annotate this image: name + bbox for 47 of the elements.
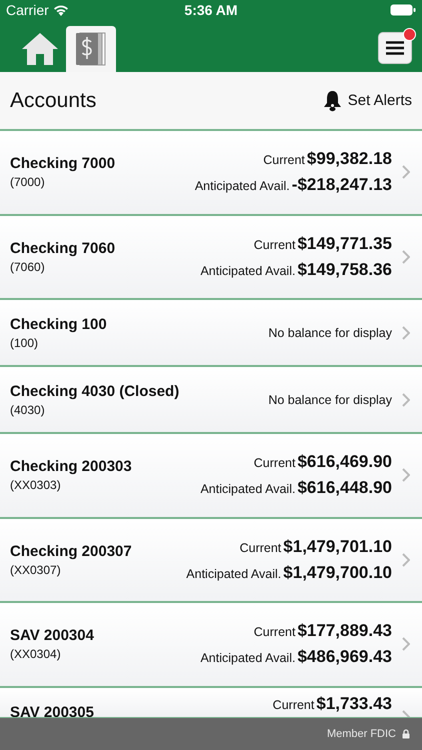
account-name: SAV 200304 bbox=[10, 627, 95, 644]
account-number: (7000) bbox=[10, 175, 46, 190]
balance-label: Current bbox=[254, 238, 296, 252]
balance-amount: $486,969.43 bbox=[297, 647, 392, 668]
balance-label: Current bbox=[272, 698, 314, 712]
account-name: Checking 200303 bbox=[10, 458, 133, 476]
balance-amount: $177,889.43 bbox=[297, 621, 392, 642]
account-number: (XX0304) bbox=[10, 647, 62, 662]
member-fdic-label: Member FDIC bbox=[326, 728, 396, 740]
account-name: Checking 4030 (Closed) bbox=[10, 382, 180, 400]
balance-label: Current bbox=[240, 540, 282, 555]
set-alerts-button[interactable]: Set Alerts bbox=[322, 90, 412, 112]
account-number: (XX0307) bbox=[10, 562, 62, 577]
no-balance-note: No balance for display bbox=[268, 392, 392, 406]
balance-label: Anticipated Avail. bbox=[186, 566, 282, 581]
account-row[interactable]: Checking 7060 (7060) Current$149,771.35 Anticipated Avail.$149,758.36 bbox=[0, 216, 422, 300]
account-number: (7060) bbox=[10, 260, 46, 274]
balance-amount: $1,733.43 bbox=[316, 694, 392, 714]
balance-amount: $616,469.90 bbox=[297, 452, 392, 472]
balance-amount: $616,448.90 bbox=[297, 478, 392, 498]
balance-label: Current bbox=[263, 153, 305, 168]
account-number: (100) bbox=[10, 336, 40, 350]
balance-label: Anticipated Avail. bbox=[200, 651, 296, 666]
balance-amount: -$218,247.13 bbox=[292, 175, 392, 196]
balance-label: Anticipated Avail. bbox=[194, 179, 290, 194]
account-number: (4030) bbox=[10, 402, 46, 416]
account-number: (XX0303) bbox=[10, 478, 62, 492]
balance-label: Anticipated Avail. bbox=[200, 482, 296, 496]
balance-amount: $1,479,700.10 bbox=[283, 562, 392, 583]
clock-time: 5:36 AM bbox=[184, 2, 238, 18]
balance-amount: $149,771.35 bbox=[297, 234, 392, 254]
page-title: Accounts bbox=[10, 88, 96, 112]
account-name: Checking 7060 bbox=[10, 240, 116, 257]
balance-label: Current bbox=[254, 625, 296, 640]
account-name: Checking 7000 bbox=[10, 155, 116, 172]
balance-amount: $1,479,701.10 bbox=[283, 536, 392, 557]
balance-label: Current bbox=[254, 456, 296, 470]
no-balance-note: No balance for display bbox=[268, 326, 392, 340]
account-name: SAV 200305 bbox=[10, 704, 95, 716]
balance-amount: $99,382.18 bbox=[306, 149, 392, 170]
account-row[interactable]: SAV 200305 Current$1,733.43 bbox=[0, 688, 422, 718]
account-name: Checking 100 bbox=[10, 316, 108, 332]
account-row[interactable]: Checking 200307 (XX0307) Current$1,479,701.10 Anticipated Avail.$1,479,700.10 bbox=[0, 518, 422, 603]
account-name: Checking 200307 bbox=[10, 542, 133, 560]
carrier-label: Carrier bbox=[6, 2, 49, 18]
balance-amount: $149,758.36 bbox=[297, 260, 392, 280]
balance-label: Anticipated Avail. bbox=[200, 264, 296, 278]
